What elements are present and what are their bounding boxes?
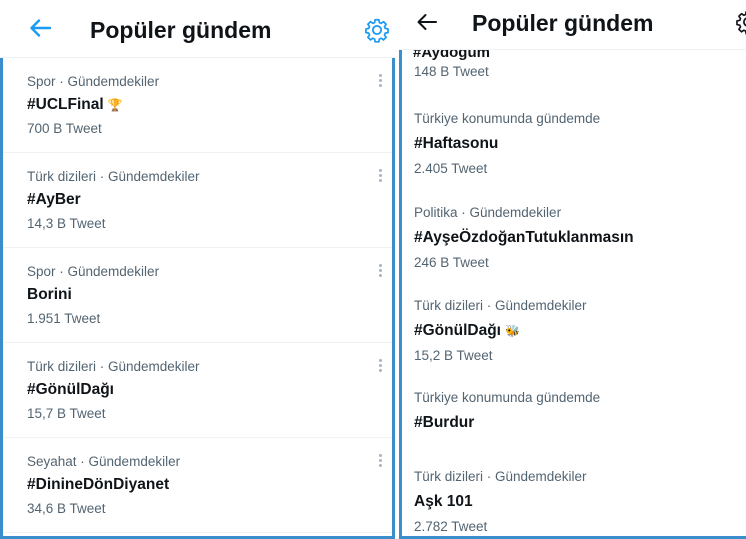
- trend-item[interactable]: Spor · Gündemdekiler Borini 1.951 Tweet: [3, 248, 392, 343]
- header: Popüler gündem: [399, 0, 746, 50]
- trend-name: #UCLFinal 🏆: [27, 96, 123, 113]
- trend-item[interactable]: Seyahat · Gündemdekiler #DinineDönDiyane…: [3, 438, 392, 533]
- gear-icon: [365, 18, 389, 43]
- more-vertical-icon[interactable]: [379, 72, 382, 89]
- trend-name: #AyBer: [27, 191, 81, 208]
- trend-tweet-count: 1.951 Tweet: [27, 311, 101, 326]
- trend-category: Politika · Gündemdekiler: [414, 205, 562, 220]
- trend-tweet-count: 148 B Tweet: [414, 64, 489, 79]
- trend-name: #AyşeÖzdoğanTutuklanmasın: [414, 229, 634, 246]
- arrow-left-icon: [417, 14, 437, 30]
- trophy-icon: 🏆: [107, 98, 123, 112]
- trend-category: Türkiye konumunda gündemde: [414, 111, 601, 126]
- trend-tweet-count: 34,6 B Tweet: [27, 501, 106, 516]
- trend-tweet-count: 15,7 B Tweet: [27, 406, 106, 421]
- trend-item[interactable]: Türk dizileri · Gündemdekiler #GönülDağı…: [399, 298, 746, 390]
- trends-panel-left: Popüler gündem Spor · Gündemdekiler #UCL…: [0, 0, 395, 539]
- trend-tweet-count: 14,3 B Tweet: [27, 216, 106, 231]
- trend-tweet-count: 700 B Tweet: [27, 121, 102, 136]
- trend-category: Spor · Gündemdekiler: [27, 74, 160, 89]
- trends-panel-right: Popüler gündem #Aydoğum 148 B Tweet Türk…: [399, 0, 746, 539]
- settings-button[interactable]: [735, 9, 746, 35]
- trend-category: Türkiye konumunda gündemde: [414, 390, 601, 405]
- page-title: Popüler gündem: [90, 17, 272, 43]
- trend-item[interactable]: Politika · Gündemdekiler #AyşeÖzdoğanTut…: [399, 205, 746, 297]
- trend-tweet-count: 246 B Tweet: [414, 255, 489, 270]
- trend-tweet-count: 2.782 Tweet: [414, 519, 488, 534]
- trend-category: Spor · Gündemdekiler: [27, 264, 160, 279]
- trend-name: Borini: [27, 286, 72, 303]
- trend-item[interactable]: Spor · Gündemdekiler #UCLFinal 🏆 700 B Tw…: [3, 58, 392, 153]
- trend-category: Türk dizileri · Gündemdekiler: [414, 298, 587, 313]
- trend-item[interactable]: Türk dizileri · Gündemdekiler #GönülDağı…: [3, 343, 392, 438]
- header: Popüler gündem: [0, 0, 395, 58]
- trend-name: #GönülDağı 🐝: [414, 322, 520, 339]
- trend-name: #GönülDağı: [27, 381, 114, 398]
- trend-category: Türk dizileri · Gündemdekiler: [27, 359, 200, 374]
- trend-name: #Burdur: [414, 414, 475, 431]
- trend-name: Aşk 101: [414, 493, 473, 510]
- more-vertical-icon[interactable]: [379, 357, 382, 374]
- trends-list: #Aydoğum 148 B Tweet Türkiye konumunda g…: [399, 0, 746, 536]
- more-vertical-icon[interactable]: [379, 167, 382, 184]
- trends-list: Spor · Gündemdekiler #UCLFinal 🏆 700 B Tw…: [3, 58, 392, 536]
- page-title: Popüler gündem: [472, 10, 654, 36]
- trend-category: Türk dizileri · Gündemdekiler: [414, 469, 587, 484]
- more-vertical-icon[interactable]: [379, 452, 382, 469]
- bee-icon: 🐝: [504, 324, 520, 338]
- trend-item[interactable]: Türkiye konumunda gündemde #Haftasonu 2.…: [399, 111, 746, 203]
- settings-button[interactable]: [364, 17, 390, 43]
- back-button[interactable]: [24, 12, 56, 44]
- back-button[interactable]: [411, 6, 443, 38]
- more-vertical-icon[interactable]: [379, 262, 382, 279]
- trend-name: #Haftasonu: [414, 135, 499, 152]
- trend-category: Seyahat · Gündemdekiler: [27, 454, 181, 469]
- trend-tweet-count: 2.405 Tweet: [414, 161, 488, 176]
- trend-category: Türk dizileri · Gündemdekiler: [27, 169, 200, 184]
- trend-item[interactable]: Türk dizileri · Gündemdekiler Aşk 101 2.…: [399, 469, 746, 539]
- trend-item[interactable]: Türk dizileri · Gündemdekiler #AyBer 14,…: [3, 153, 392, 248]
- gear-icon: [736, 10, 746, 35]
- trend-item[interactable]: Türkiye konumunda gündemde #Burdur: [399, 390, 746, 460]
- trend-name: #DinineDönDiyanet: [27, 476, 170, 493]
- trend-tweet-count: 15,2 B Tweet: [414, 348, 493, 363]
- arrow-left-icon: [30, 19, 52, 37]
